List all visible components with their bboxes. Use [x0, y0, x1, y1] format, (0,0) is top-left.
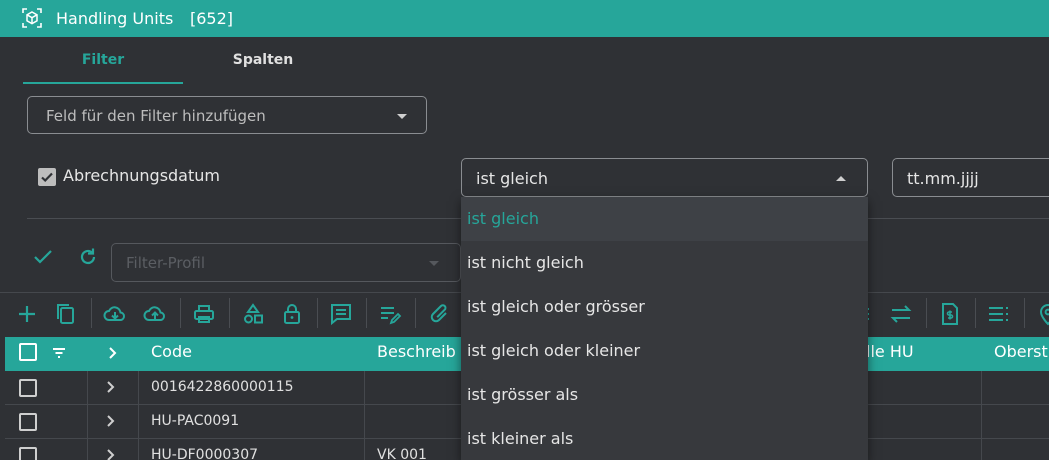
operator-dropdown-menu: ist gleich ist nicht gleich ist gleich o… — [461, 197, 868, 460]
column-divider — [981, 371, 982, 460]
toolbar-separator — [317, 298, 318, 328]
toolbar-separator — [180, 298, 181, 328]
tab-spalten[interactable]: Spalten — [183, 50, 343, 84]
cloud-download-icon[interactable] — [102, 301, 128, 327]
cell-code: HU-DF0000307 — [151, 447, 259, 460]
date-input[interactable]: tt.mm.jjjj — [892, 158, 1049, 197]
column-divider — [138, 371, 139, 460]
chevron-up-icon — [836, 176, 846, 181]
operator-option-label: ist gleich oder grösser — [467, 297, 645, 316]
checkmark-icon — [41, 172, 53, 183]
column-divider — [364, 371, 365, 460]
swap-icon[interactable] — [888, 301, 914, 327]
attachment-icon[interactable] — [426, 301, 452, 327]
row-checkbox[interactable] — [19, 379, 37, 397]
refresh-icon[interactable] — [77, 246, 99, 268]
operator-select[interactable]: ist gleich — [461, 158, 868, 197]
toolbar-separator — [1024, 298, 1025, 328]
filter-field-label: Abrechnungsdatum — [63, 166, 220, 185]
add-icon[interactable] — [14, 301, 40, 327]
toolbar-separator — [366, 298, 367, 328]
record-count: [652] — [190, 9, 234, 28]
check-icon[interactable] — [32, 247, 54, 267]
invoice-icon[interactable] — [937, 301, 963, 327]
toolbar-separator — [229, 298, 230, 328]
chevron-down-icon — [429, 261, 439, 266]
column-header-code[interactable]: Code — [151, 342, 192, 361]
toolbar-separator — [975, 298, 976, 328]
column-header-parent-hu[interactable]: lle HU — [866, 342, 914, 361]
operator-option[interactable]: ist grösser als — [461, 373, 868, 417]
operator-option[interactable]: ist gleich oder grösser — [461, 285, 868, 329]
add-filter-label: Feld für den Filter hinzufügen — [46, 107, 266, 125]
select-all-checkbox[interactable] — [19, 343, 37, 361]
operator-value: ist gleich — [476, 169, 548, 188]
operator-option-label: ist gleich — [467, 209, 539, 228]
toolbar-separator — [91, 298, 92, 328]
filter-icon[interactable] — [51, 345, 67, 361]
operator-option[interactable]: ist gleich — [461, 197, 868, 241]
comment-icon[interactable] — [328, 301, 354, 327]
cell-code: 0016422860000115 — [151, 379, 294, 395]
operator-option-label: ist grösser als — [467, 385, 579, 404]
cell-description: VK 001 — [377, 447, 427, 460]
chevron-right-icon[interactable] — [105, 413, 117, 429]
chevron-right-icon[interactable] — [107, 345, 119, 361]
operator-option[interactable]: ist gleich oder kleiner — [461, 329, 868, 373]
chevron-right-icon[interactable] — [105, 447, 117, 460]
tab-filter[interactable]: Filter — [23, 50, 183, 84]
column-header-description[interactable]: Beschreib — [377, 342, 456, 361]
add-filter-field-select[interactable]: Feld für den Filter hinzufügen — [27, 96, 427, 134]
toolbar-separator — [926, 298, 927, 328]
operator-option[interactable]: ist nicht gleich — [461, 241, 868, 285]
filter-profile-select[interactable]: Filter-Profil — [111, 243, 461, 282]
list-settings-icon[interactable] — [986, 301, 1012, 327]
cell-code: HU-PAC0091 — [151, 413, 240, 429]
operator-option-label: ist gleich oder kleiner — [467, 341, 641, 360]
chevron-right-icon[interactable] — [105, 379, 117, 395]
date-placeholder: tt.mm.jjjj — [907, 169, 979, 188]
row-checkbox[interactable] — [19, 413, 37, 431]
cube-icon — [22, 8, 42, 28]
filter-field-checkbox[interactable] — [38, 168, 56, 186]
lock-icon[interactable] — [279, 301, 305, 327]
shapes-icon[interactable] — [240, 301, 266, 327]
filter-profile-placeholder: Filter-Profil — [126, 254, 206, 272]
copy-icon[interactable] — [53, 301, 79, 327]
edit-list-icon[interactable] — [377, 301, 403, 327]
operator-option-label: ist kleiner als — [467, 429, 574, 448]
row-checkbox[interactable] — [19, 447, 37, 460]
toolbar-separator — [415, 298, 416, 328]
column-header-top[interactable]: Oberst — [994, 342, 1048, 361]
location-icon[interactable] — [1035, 301, 1049, 327]
window-title: Handling Units — [56, 9, 174, 28]
operator-option[interactable]: ist kleiner als — [461, 417, 868, 460]
cloud-upload-icon[interactable] — [142, 301, 168, 327]
title-bar: Handling Units [652] — [0, 0, 1049, 37]
column-divider — [87, 371, 88, 460]
chevron-down-icon — [397, 114, 407, 119]
operator-option-label: ist nicht gleich — [467, 253, 584, 272]
print-icon[interactable] — [191, 301, 217, 327]
